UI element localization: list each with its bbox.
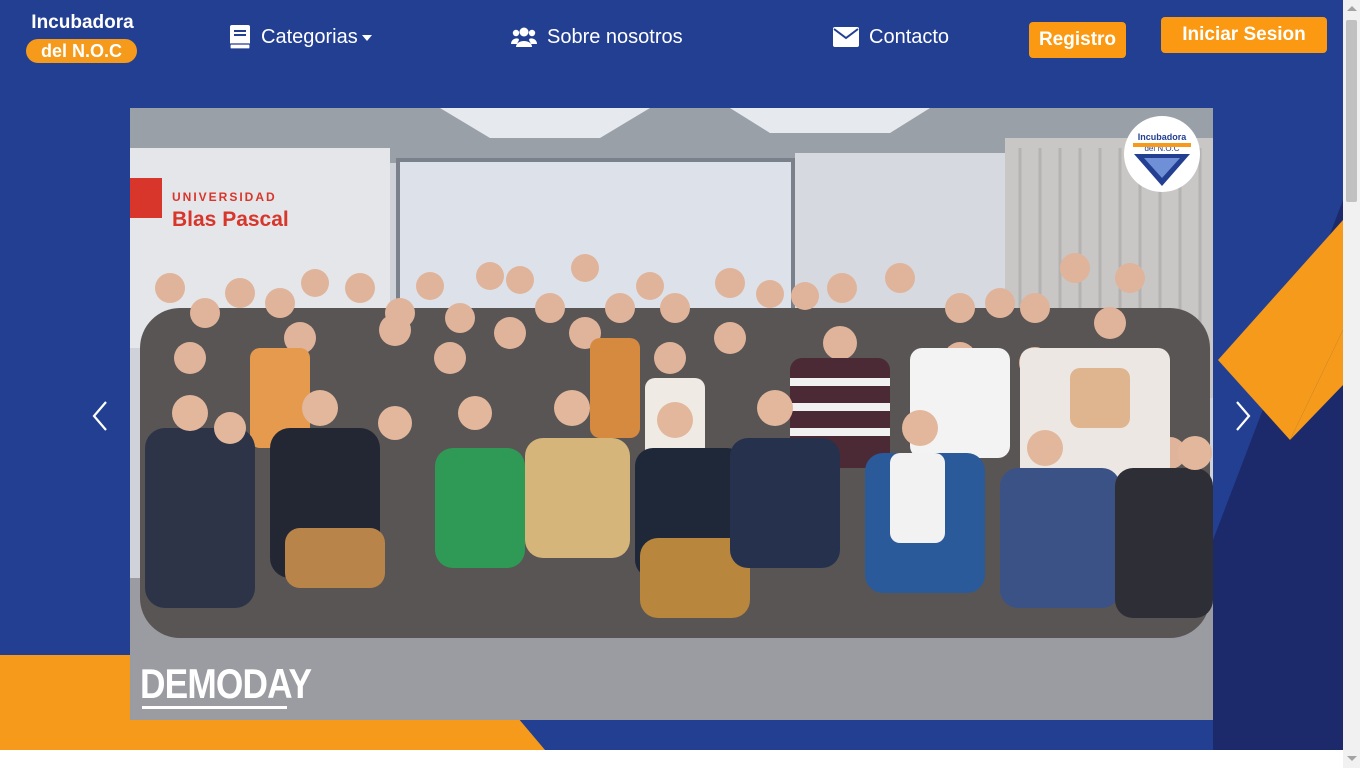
scroll-down-icon[interactable] (1347, 756, 1357, 761)
chevron-down-icon (361, 35, 372, 41)
photo-badge-line1: Incubadora (1138, 132, 1188, 142)
brand-line2: del N.O.C (26, 39, 137, 63)
nav-contact-label: Contacto (869, 25, 950, 48)
hero-section: Incubadora del N.O.C Categorias Sobre no… (0, 0, 1343, 750)
book-icon (229, 25, 251, 50)
scroll-up-icon[interactable] (1347, 6, 1357, 11)
register-button[interactable]: Registro (1029, 22, 1126, 58)
photo-sign-bottom: Blas Pascal (172, 208, 289, 231)
brand-line1: Incubadora (31, 12, 134, 33)
nav-contact-link[interactable]: Contacto (833, 22, 949, 52)
envelope-icon (833, 27, 859, 47)
chevron-left-icon (92, 401, 107, 431)
login-button[interactable]: Iniciar Sesion (1161, 17, 1327, 53)
nav-about-link[interactable]: Sobre nosotros (511, 22, 683, 52)
demoday-underline (142, 706, 287, 709)
nav-categories-label: Categorias (261, 25, 358, 48)
chevron-right-icon (1236, 401, 1251, 431)
brand-logo[interactable]: Incubadora del N.O.C (20, 12, 145, 68)
carousel-next-button[interactable] (1227, 398, 1257, 434)
scrollbar-thumb[interactable] (1346, 20, 1357, 202)
photo-sign-top: UNIVERSIDAD (172, 190, 277, 204)
carousel-slide-image: UNIVERSIDAD Blas Pascal Incubadora del N… (130, 108, 1213, 720)
carousel-prev-button[interactable] (86, 398, 116, 434)
page: Incubadora del N.O.C Categorias Sobre no… (0, 0, 1343, 768)
demoday-banner-label: DEMODAY (140, 660, 312, 707)
users-icon (511, 27, 537, 47)
nav-categories-dropdown[interactable]: Categorias (229, 22, 372, 52)
nav-about-label: Sobre nosotros (547, 25, 683, 48)
